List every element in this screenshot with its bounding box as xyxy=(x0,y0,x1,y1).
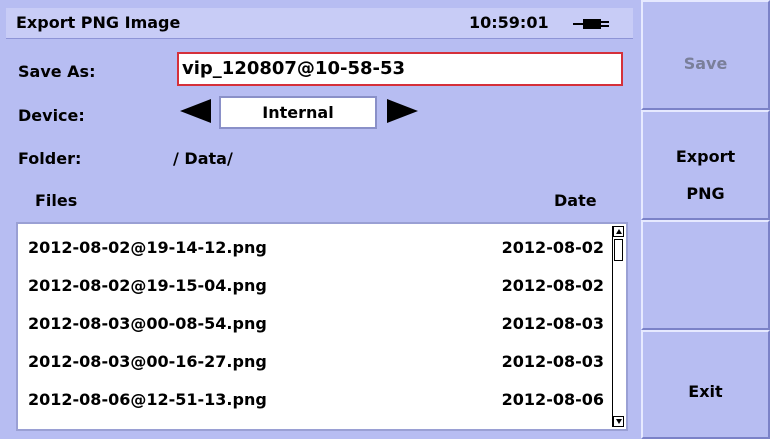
exit-button[interactable]: Exit xyxy=(641,330,770,439)
clock-time: 10:59:01 xyxy=(469,13,549,32)
file-date: 2012-08-03 xyxy=(501,314,604,333)
file-name: 2012-08-02@19-14-12.png xyxy=(28,238,267,257)
title-bar: Export PNG Image 10:59:01 xyxy=(6,8,633,39)
folder-path: / Data/ xyxy=(173,149,233,168)
file-name: 2012-08-03@00-16-27.png xyxy=(28,352,267,371)
list-item[interactable]: 2012-08-06@12-51-13.png 2012-08-06 xyxy=(18,380,610,416)
arrow-left-icon[interactable] xyxy=(180,99,211,123)
save-button[interactable]: Save xyxy=(641,0,770,110)
export-png-button[interactable]: Export PNG xyxy=(641,110,770,220)
blank-softkey[interactable] xyxy=(641,220,770,330)
side-button-panel: Save Export PNG Exit xyxy=(641,0,770,439)
folder-label: Folder: xyxy=(18,149,82,168)
list-item[interactable]: 2012-08-03@00-08-54.png 2012-08-03 xyxy=(18,304,610,340)
export-button-label-line2: PNG xyxy=(686,184,725,203)
export-button-label-line1: Export xyxy=(675,147,736,166)
date-column-header: Date xyxy=(554,191,597,210)
file-date: 2012-08-02 xyxy=(501,276,604,295)
battery-plug-icon xyxy=(573,19,609,29)
list-item[interactable]: 2012-08-02@19-15-04.png 2012-08-02 xyxy=(18,266,610,302)
scroll-up-icon[interactable] xyxy=(613,226,624,237)
exit-button-label: Exit xyxy=(688,382,723,401)
file-date: 2012-08-06 xyxy=(501,390,604,409)
window-title: Export PNG Image xyxy=(16,13,181,32)
save-button-label: Save xyxy=(683,54,728,73)
file-list[interactable]: 2012-08-02@19-14-12.png 2012-08-02 2012-… xyxy=(16,222,628,431)
file-name: 2012-08-06@12-51-13.png xyxy=(28,390,267,409)
device-selector[interactable]: Internal xyxy=(219,96,377,129)
files-column-header: Files xyxy=(35,191,78,210)
list-scrollbar[interactable] xyxy=(612,226,625,427)
scroll-down-icon[interactable] xyxy=(613,416,624,427)
scroll-thumb[interactable] xyxy=(614,239,623,261)
file-name: 2012-08-03@00-08-54.png xyxy=(28,314,267,333)
arrow-right-icon[interactable] xyxy=(387,99,418,123)
save-as-label: Save As: xyxy=(18,62,96,81)
file-date: 2012-08-03 xyxy=(501,352,604,371)
list-item[interactable]: 2012-08-02@19-14-12.png 2012-08-02 xyxy=(18,228,610,264)
device-label: Device: xyxy=(18,106,85,125)
save-as-input[interactable]: vip_120807@10-58-53 xyxy=(177,52,623,86)
file-date: 2012-08-02 xyxy=(501,238,604,257)
file-name: 2012-08-02@19-15-04.png xyxy=(28,276,267,295)
list-item[interactable]: 2012-08-03@00-16-27.png 2012-08-03 xyxy=(18,342,610,378)
